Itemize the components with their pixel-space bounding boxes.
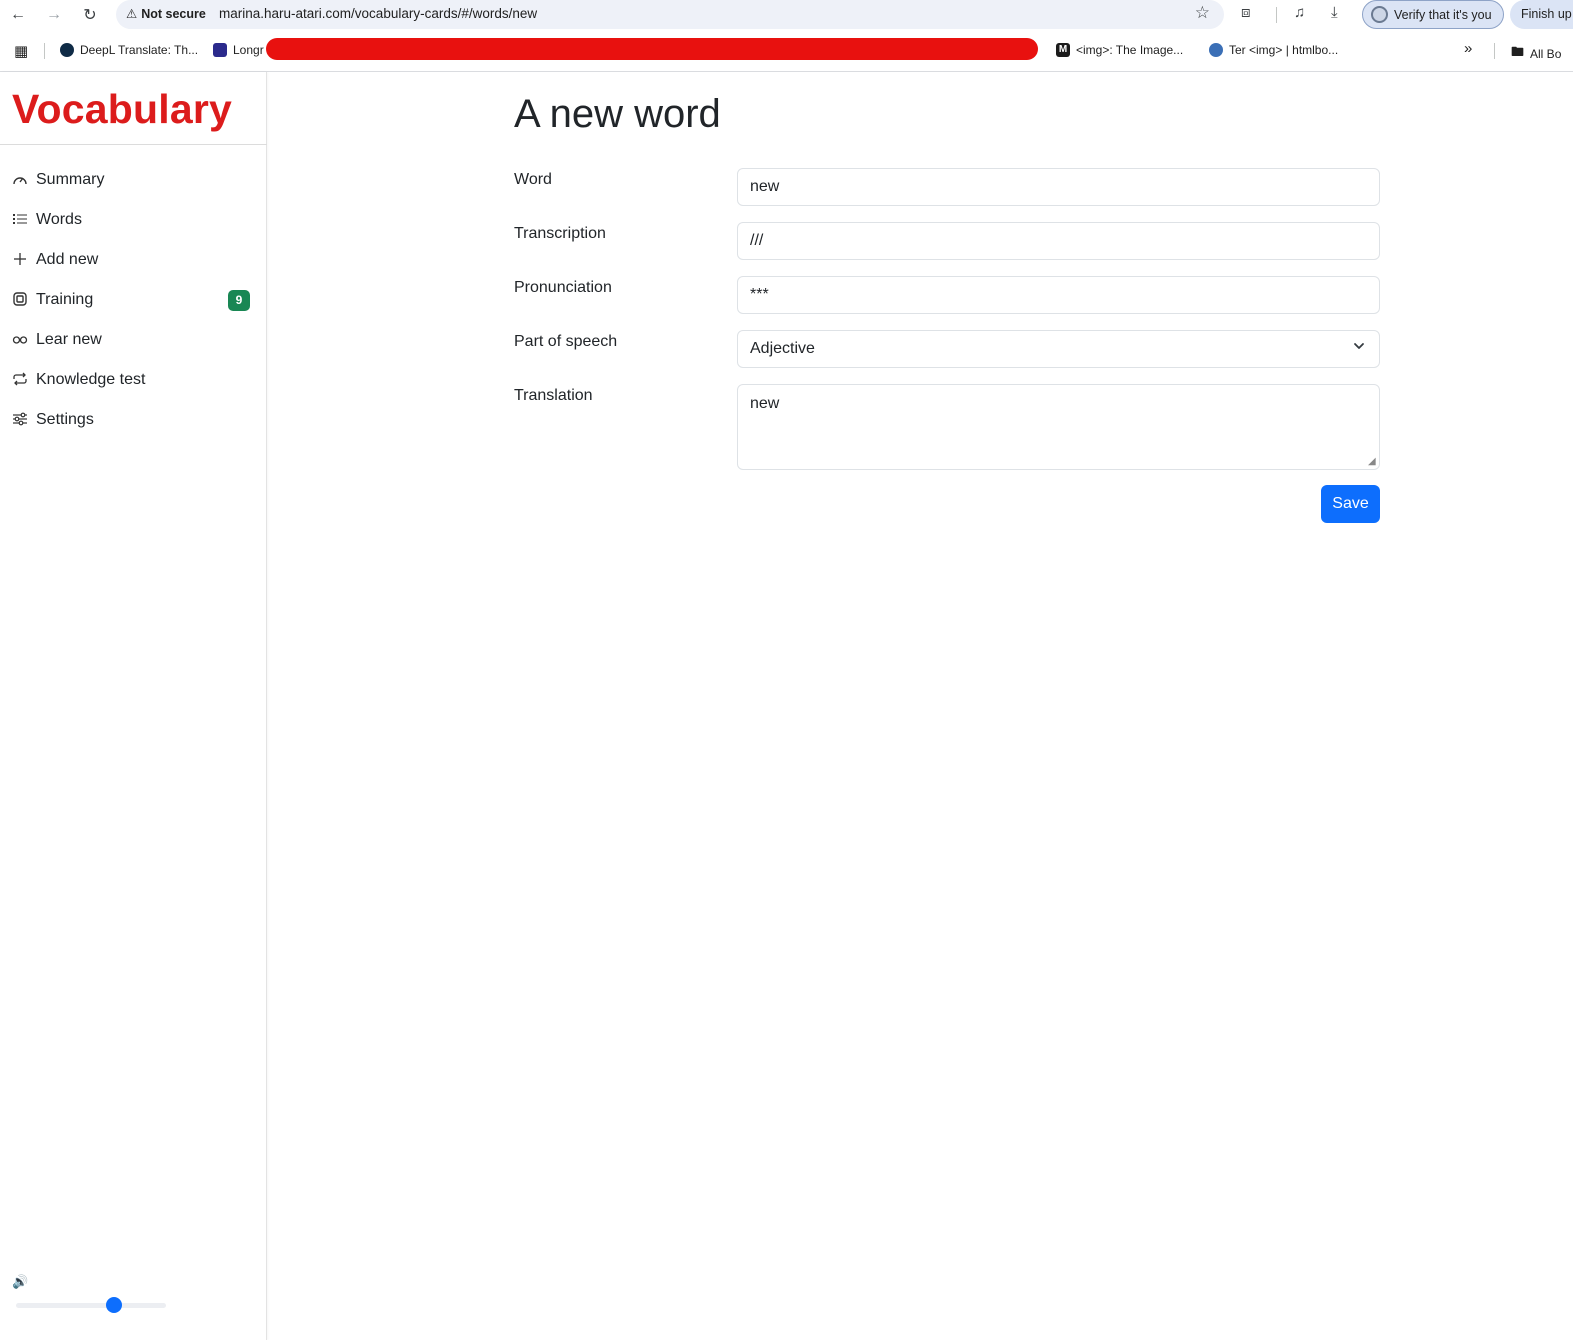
mdn-icon: M bbox=[1056, 43, 1070, 57]
extensions-icon[interactable]: ⧈ bbox=[1241, 4, 1251, 21]
profile-avatar-icon bbox=[1371, 6, 1388, 23]
dashboard-icon bbox=[10, 172, 30, 189]
sidebar-item-add-new[interactable]: Add new bbox=[10, 243, 256, 277]
list-icon bbox=[10, 212, 30, 229]
media-control-icon[interactable]: ♫ bbox=[1294, 4, 1305, 21]
training-icon bbox=[10, 291, 30, 310]
more-bookmarks-icon[interactable]: » bbox=[1464, 40, 1472, 57]
bookmarks-divider-2 bbox=[1494, 43, 1495, 59]
browser-toolbar: ← → ↻ ⚠ Not secure marina.haru-atari.com… bbox=[0, 0, 1573, 30]
htmlbook-icon bbox=[1209, 43, 1223, 57]
bookmark-longman[interactable]: Longr bbox=[213, 43, 264, 57]
part-of-speech-select[interactable]: Adjective bbox=[737, 330, 1380, 368]
plus-icon bbox=[10, 252, 30, 269]
pronunciation-input[interactable] bbox=[737, 276, 1380, 314]
repeat-icon bbox=[10, 372, 30, 389]
warning-icon: ⚠ bbox=[126, 7, 138, 21]
sidebar: Vocabulary Summary Words Add new Trainin… bbox=[0, 72, 267, 1340]
toolbar-divider bbox=[1276, 7, 1277, 23]
word-label: Word bbox=[514, 171, 552, 188]
infinity-icon bbox=[10, 332, 30, 348]
sidebar-item-words[interactable]: Words bbox=[10, 203, 256, 237]
all-bookmarks-folder[interactable]: 🖿 All Bo bbox=[1511, 43, 1561, 65]
forward-icon[interactable]: → bbox=[42, 3, 66, 27]
bookmark-deepl[interactable]: DeepL Translate: Th... bbox=[60, 43, 198, 57]
sidebar-item-learn-new[interactable]: Lear new bbox=[10, 323, 256, 357]
reload-icon[interactable]: ↻ bbox=[78, 3, 102, 27]
training-count-badge: 9 bbox=[228, 290, 250, 311]
folder-icon: 🖿 bbox=[1511, 44, 1525, 59]
save-button[interactable]: Save bbox=[1321, 485, 1380, 523]
bookmark-mdn-img[interactable]: M <img>: The Image... bbox=[1056, 43, 1183, 57]
url-text[interactable]: marina.haru-atari.com/vocabulary-cards/#… bbox=[219, 6, 537, 21]
redaction-mark bbox=[266, 38, 1038, 60]
translation-label: Translation bbox=[514, 387, 593, 404]
transcription-label: Transcription bbox=[514, 225, 606, 242]
volume-slider-thumb[interactable] bbox=[105, 1297, 122, 1313]
finish-update-button[interactable]: Finish up bbox=[1510, 0, 1573, 29]
sliders-icon bbox=[10, 412, 30, 429]
chevron-down-icon bbox=[1354, 343, 1364, 349]
security-indicator[interactable]: ⚠ Not secure bbox=[126, 6, 206, 22]
transcription-input[interactable] bbox=[737, 222, 1380, 260]
translation-textarea[interactable]: new bbox=[737, 384, 1380, 470]
bookmarks-divider bbox=[44, 43, 45, 59]
volume-icon[interactable]: 🔊 bbox=[12, 1274, 28, 1290]
brand-logo[interactable]: Vocabulary bbox=[12, 86, 232, 133]
page-title: A new word bbox=[514, 92, 721, 136]
download-icon[interactable]: ⤓ bbox=[1331, 4, 1338, 21]
back-icon[interactable]: ← bbox=[6, 3, 30, 27]
pronunciation-label: Pronunciation bbox=[514, 279, 612, 296]
part-of-speech-label: Part of speech bbox=[514, 333, 618, 350]
sidebar-item-knowledge-test[interactable]: Knowledge test bbox=[10, 363, 256, 397]
deepl-icon bbox=[60, 43, 74, 57]
part-of-speech-value: Adjective bbox=[750, 340, 815, 357]
brand-divider bbox=[0, 144, 267, 145]
longman-icon bbox=[213, 43, 227, 57]
sidebar-item-settings[interactable]: Settings bbox=[10, 403, 256, 437]
sidebar-item-training[interactable]: Training 9 bbox=[10, 283, 256, 317]
bookmark-htmlbook[interactable]: Ter <img> | htmlbo... bbox=[1209, 43, 1338, 57]
verify-identity-button[interactable]: Verify that it's you bbox=[1362, 0, 1504, 29]
resize-grip-icon[interactable]: ◢ bbox=[1368, 456, 1376, 467]
word-input[interactable] bbox=[737, 168, 1380, 206]
address-bar[interactable]: ⚠ Not secure marina.haru-atari.com/vocab… bbox=[116, 0, 1224, 29]
bookmark-star-icon[interactable]: ☆ bbox=[1195, 3, 1210, 23]
apps-grid-icon[interactable]: ▦ bbox=[14, 42, 28, 60]
volume-slider[interactable] bbox=[16, 1303, 166, 1308]
sidebar-item-summary[interactable]: Summary bbox=[10, 163, 256, 197]
